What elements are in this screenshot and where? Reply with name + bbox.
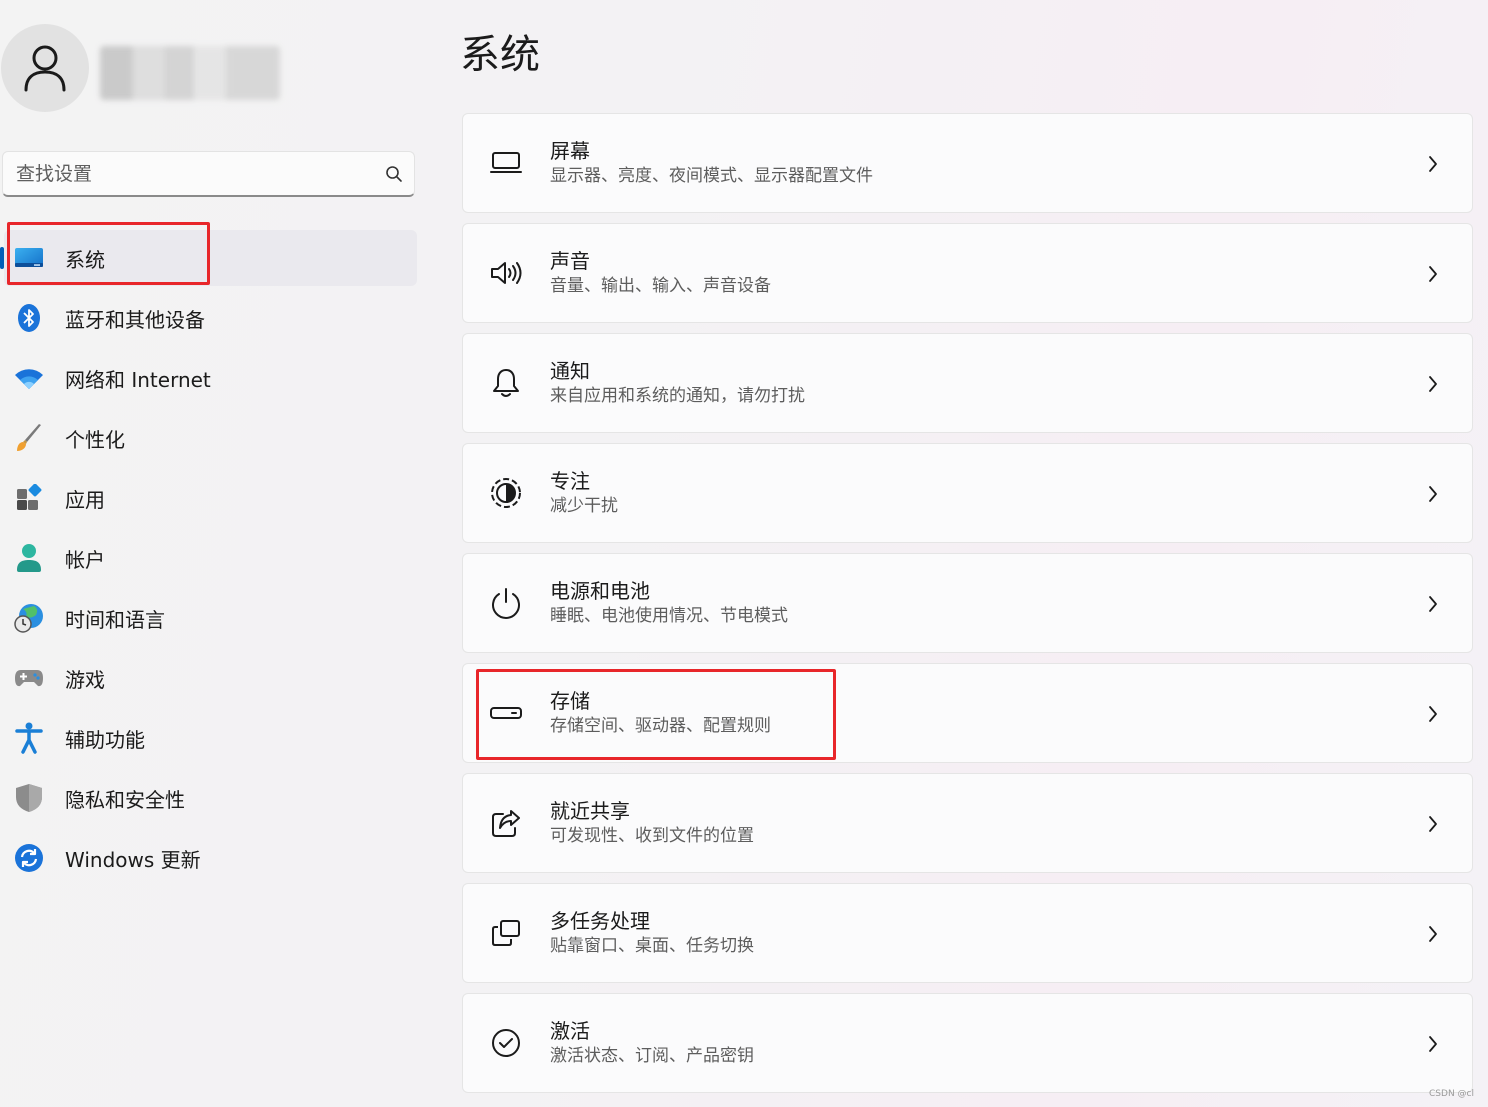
sidebar-item-label: 辅助功能 <box>65 727 145 752</box>
sidebar-item-label: 时间和语言 <box>65 607 165 632</box>
card-title: 屏幕 <box>550 139 590 163</box>
bell-icon <box>486 363 526 403</box>
search-box[interactable] <box>2 151 415 197</box>
gamepad-icon <box>13 662 45 694</box>
accessibility-icon <box>13 722 45 754</box>
avatar[interactable] <box>1 24 89 112</box>
sidebar-item-gaming[interactable]: 游戏 <box>0 650 418 706</box>
shield-icon <box>13 782 45 814</box>
apps-icon <box>13 482 45 514</box>
card-subtitle: 可发现性、收到文件的位置 <box>550 826 754 846</box>
chevron-right-icon <box>1422 482 1444 506</box>
account-icon <box>13 542 45 574</box>
sidebar-item-label: 应用 <box>65 487 105 512</box>
card-title: 声音 <box>550 249 590 273</box>
search-icon[interactable] <box>374 152 414 195</box>
update-icon <box>13 842 45 874</box>
username-redacted <box>100 46 280 100</box>
chevron-right-icon <box>1422 262 1444 286</box>
paintbrush-icon <box>13 422 45 454</box>
chevron-right-icon <box>1422 372 1444 396</box>
sidebar-item-time-language[interactable]: 时间和语言 <box>0 590 418 646</box>
card-subtitle: 显示器、亮度、夜间模式、显示器配置文件 <box>550 166 873 186</box>
sidebar-nav: 系统 蓝牙和其他设备 网络和 Internet 个性化 应用 帐户 时间和语言 … <box>0 230 418 890</box>
card-power-battery[interactable]: 电源和电池 睡眠、电池使用情况、节电模式 <box>462 553 1473 653</box>
card-subtitle: 来自应用和系统的通知，请勿打扰 <box>550 386 805 406</box>
globe-clock-icon <box>13 602 45 634</box>
sidebar-item-label: 游戏 <box>65 667 105 692</box>
card-title: 激活 <box>550 1019 590 1043</box>
sidebar-item-apps[interactable]: 应用 <box>0 470 418 526</box>
bluetooth-icon <box>13 302 45 334</box>
chevron-right-icon <box>1422 812 1444 836</box>
card-subtitle: 音量、输出、输入、声音设备 <box>550 276 771 296</box>
watermark: CSDN @cl <box>1429 1089 1474 1099</box>
power-icon <box>486 583 526 623</box>
sidebar-item-label: 网络和 Internet <box>65 367 211 392</box>
sidebar-item-label: 系统 <box>65 247 105 272</box>
wifi-icon <box>13 362 45 394</box>
sidebar-item-label: 个性化 <box>65 427 125 452</box>
chevron-right-icon <box>1422 152 1444 176</box>
card-title: 专注 <box>550 469 590 493</box>
card-title: 多任务处理 <box>550 909 650 933</box>
share-icon <box>486 803 526 843</box>
sidebar-item-accounts[interactable]: 帐户 <box>0 530 418 586</box>
sidebar-item-label: Windows 更新 <box>65 847 201 872</box>
sidebar-item-windows-update[interactable]: Windows 更新 <box>0 830 418 886</box>
sidebar-item-privacy[interactable]: 隐私和安全性 <box>0 770 418 826</box>
storage-drive-icon <box>486 693 526 733</box>
chevron-right-icon <box>1422 1032 1444 1056</box>
system-display-icon <box>13 242 45 274</box>
search-input[interactable] <box>3 151 374 196</box>
chevron-right-icon <box>1422 922 1444 946</box>
card-sound[interactable]: 声音 音量、输出、输入、声音设备 <box>462 223 1473 323</box>
sidebar-item-network[interactable]: 网络和 Internet <box>0 350 418 406</box>
multitask-icon <box>486 913 526 953</box>
settings-card-list: 屏幕 显示器、亮度、夜间模式、显示器配置文件 声音 音量、输出、输入、声音设备 <box>462 113 1473 1103</box>
chevron-right-icon <box>1422 702 1444 726</box>
card-subtitle: 贴靠窗口、桌面、任务切换 <box>550 936 754 956</box>
card-activation[interactable]: 激活 激活状态、订阅、产品密钥 <box>462 993 1473 1093</box>
person-icon <box>24 45 66 92</box>
sidebar-item-personalization[interactable]: 个性化 <box>0 410 418 466</box>
card-title: 就近共享 <box>550 799 630 823</box>
card-title: 存储 <box>550 689 590 713</box>
sidebar-item-label: 隐私和安全性 <box>65 787 185 812</box>
card-title: 通知 <box>550 359 590 383</box>
card-subtitle: 睡眠、电池使用情况、节电模式 <box>550 606 788 626</box>
card-title: 电源和电池 <box>550 579 650 603</box>
focus-icon <box>486 473 526 513</box>
card-nearby-sharing[interactable]: 就近共享 可发现性、收到文件的位置 <box>462 773 1473 873</box>
card-focus[interactable]: 专注 减少干扰 <box>462 443 1473 543</box>
card-storage[interactable]: 存储 存储空间、驱动器、配置规则 <box>462 663 1473 763</box>
card-notifications[interactable]: 通知 来自应用和系统的通知，请勿打扰 <box>462 333 1473 433</box>
page-title: 系统 <box>460 32 540 78</box>
sidebar-item-accessibility[interactable]: 辅助功能 <box>0 710 418 766</box>
sidebar-item-system[interactable]: 系统 <box>0 230 417 286</box>
sidebar-item-label: 帐户 <box>65 547 105 572</box>
check-circle-icon <box>486 1023 526 1063</box>
card-subtitle: 存储空间、驱动器、配置规则 <box>550 716 771 736</box>
card-multitasking[interactable]: 多任务处理 贴靠窗口、桌面、任务切换 <box>462 883 1473 983</box>
sidebar-item-label: 蓝牙和其他设备 <box>65 307 205 332</box>
chevron-right-icon <box>1422 592 1444 616</box>
card-subtitle: 减少干扰 <box>550 496 618 516</box>
speaker-icon <box>486 253 526 293</box>
card-display[interactable]: 屏幕 显示器、亮度、夜间模式、显示器配置文件 <box>462 113 1473 213</box>
card-subtitle: 激活状态、订阅、产品密钥 <box>550 1046 754 1066</box>
sidebar-item-bluetooth[interactable]: 蓝牙和其他设备 <box>0 290 418 346</box>
monitor-icon <box>486 143 526 183</box>
